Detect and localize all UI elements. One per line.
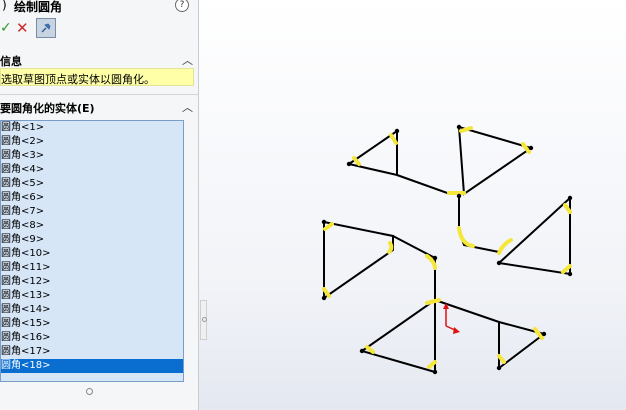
sketch-point[interactable] (432, 255, 438, 261)
info-section-header[interactable]: 信息 ︿ (0, 52, 198, 68)
cancel-x-icon[interactable]: ✕ (16, 19, 29, 37)
list-item[interactable]: 圆角<9> (1, 233, 183, 247)
section-divider (0, 94, 198, 95)
fillet-arc[interactable] (533, 327, 544, 340)
collapse-chevron-icon[interactable]: ︿ (182, 52, 193, 68)
sketch-point[interactable] (359, 348, 365, 354)
fillet-arc[interactable] (457, 226, 475, 248)
action-bar: ✓ ✕ (0, 18, 198, 40)
list-item[interactable]: 圆角<2> (1, 135, 183, 149)
fillet-arc[interactable] (425, 298, 441, 305)
list-item[interactable]: 圆角<12> (1, 275, 183, 289)
list-item[interactable]: 圆角<16> (1, 331, 183, 345)
list-item[interactable]: 圆角<10> (1, 247, 183, 261)
sketch-point[interactable] (567, 271, 573, 277)
sketch-segment[interactable] (434, 299, 547, 371)
sketch-segment[interactable] (323, 221, 394, 300)
fillet-arc[interactable] (387, 241, 394, 254)
entities-section-header[interactable]: 要圆角化的实体(E) ︿ (0, 99, 198, 115)
entities-listbox[interactable]: 圆角<1> 圆角<2> 圆角<3> 圆角<4> 圆角<5> 圆角<6> 圆角<7> 圆角<8>… (0, 120, 184, 382)
info-message: 选取草图顶点或实体以圆角化。 (1, 73, 155, 86)
ok-check-icon[interactable]: ✓ (0, 20, 12, 36)
sketch-point[interactable] (456, 193, 462, 199)
property-manager: ) 绘制圆角 ? ✓ ✕ 信息 ︿ 选取草图顶点或实体以圆角化。 要圆角化的实体… (0, 0, 199, 410)
fillet-arc[interactable] (323, 222, 334, 231)
pin-button[interactable] (36, 18, 56, 38)
panel-title: 绘制圆角 (14, 0, 63, 14)
sketch-segment[interactable] (458, 126, 534, 196)
sketch-point[interactable] (567, 195, 573, 201)
list-item[interactable]: 圆角<5> (1, 177, 183, 191)
sketch-point[interactable] (541, 331, 547, 337)
fillet-arc[interactable] (389, 133, 398, 145)
sketch-point[interactable] (528, 145, 534, 151)
sketch-point[interactable] (432, 369, 438, 375)
panel-title-bar: ) 绘制圆角 ? (0, 0, 198, 14)
sketch-segment[interactable] (359, 258, 436, 374)
collapse-chevron-icon[interactable]: ︿ (182, 99, 193, 115)
fillet-arc[interactable] (497, 238, 513, 255)
sketch-point[interactable] (321, 219, 327, 225)
list-item[interactable]: 圆角<18> (1, 359, 183, 373)
sketch-point[interactable] (321, 295, 327, 301)
sketch-segment[interactable] (498, 195, 571, 276)
sketch-segment[interactable] (392, 235, 436, 259)
pushpin-icon (41, 23, 51, 33)
list-item[interactable]: 圆角<13> (1, 289, 183, 303)
list-item[interactable]: 圆角<4> (1, 163, 183, 177)
list-item[interactable]: 圆角<7> (1, 205, 183, 219)
list-item[interactable]: 圆角<15> (1, 317, 183, 331)
graphics-viewport[interactable] (199, 0, 626, 410)
list-item[interactable]: 圆角<11> (1, 261, 183, 275)
sketch-point[interactable] (496, 365, 502, 371)
sketch-point[interactable] (394, 128, 400, 134)
fillet-arc[interactable] (561, 264, 572, 274)
list-item[interactable]: 圆角<14> (1, 303, 183, 317)
list-item[interactable]: 圆角<1> (1, 121, 183, 135)
fillet-arc[interactable] (521, 142, 531, 154)
title-prefix: ) (2, 0, 7, 12)
list-item[interactable]: 圆角<8> (1, 219, 183, 233)
sketch-point[interactable] (456, 124, 462, 130)
splitter-handle[interactable] (86, 388, 93, 395)
sketch-canvas[interactable] (199, 0, 626, 410)
info-message-box: 选取草图顶点或实体以圆角化。 (0, 68, 194, 86)
fillet-arc[interactable] (352, 156, 361, 166)
list-item[interactable]: 圆角<17> (1, 345, 183, 359)
panel-collapse-grip[interactable] (200, 300, 207, 340)
grip-dot-icon (202, 317, 207, 322)
entities-section-title: 要圆角化的实体(E) (0, 102, 95, 115)
help-icon[interactable]: ? (175, 0, 189, 12)
fillet-arc[interactable] (365, 345, 375, 354)
sketch-point[interactable] (496, 260, 502, 266)
sketch-point[interactable] (346, 161, 352, 167)
list-item[interactable]: 圆角<6> (1, 191, 183, 205)
info-section-title: 信息 (0, 55, 22, 68)
list-item[interactable]: 圆角<3> (1, 149, 183, 163)
sketch-segment[interactable] (348, 129, 398, 177)
